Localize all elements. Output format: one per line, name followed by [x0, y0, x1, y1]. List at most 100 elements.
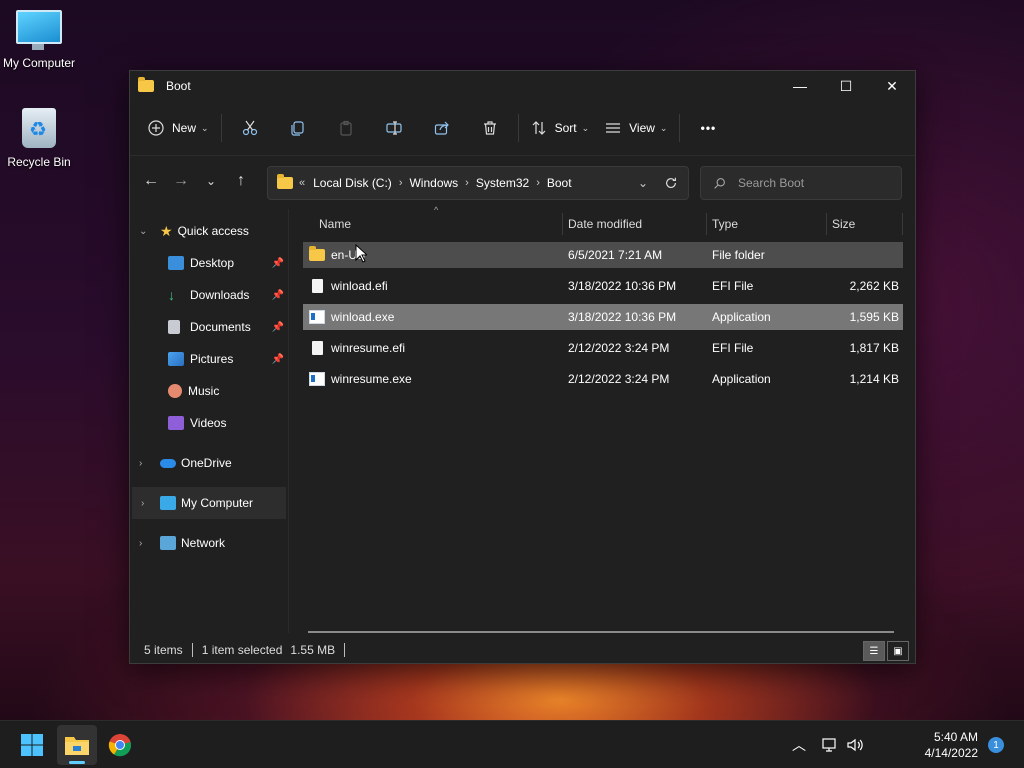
more-options-button[interactable]: •••: [684, 112, 732, 144]
cut-button[interactable]: [226, 112, 274, 144]
sidebar-item-documents[interactable]: Documents 📌: [130, 311, 288, 343]
delete-button[interactable]: [466, 112, 514, 144]
title-bar[interactable]: Boot — ☐ ✕: [130, 71, 915, 101]
address-dropdown-chevron-icon[interactable]: ⌄: [638, 176, 648, 190]
sidebar-item-network[interactable]: › Network: [130, 527, 288, 559]
new-button[interactable]: New ⌄: [140, 112, 217, 144]
pane-divider[interactable]: [288, 209, 289, 633]
sidebar-item-videos[interactable]: Videos: [130, 407, 288, 439]
window-title: Boot: [166, 79, 191, 93]
sidebar-item-label: OneDrive: [181, 456, 232, 470]
sidebar-item-label: My Computer: [181, 496, 254, 510]
back-button[interactable]: ←: [136, 166, 166, 196]
sidebar-item-pictures[interactable]: Pictures 📌: [130, 343, 288, 375]
videos-icon: [168, 416, 184, 430]
breadcrumb-local-disk[interactable]: Local Disk (C:): [313, 176, 392, 190]
chevron-down-icon: ⌄: [201, 122, 209, 133]
file-icon: [312, 341, 323, 355]
share-button[interactable]: [418, 112, 466, 144]
recycle-bin-icon: [22, 108, 56, 148]
file-date: 6/5/2021 7:21 AM: [568, 248, 663, 262]
rename-button[interactable]: [370, 112, 418, 144]
chrome-icon: [108, 734, 132, 757]
column-divider[interactable]: [562, 213, 563, 235]
column-header-type[interactable]: Type: [712, 209, 738, 239]
sidebar-item-desktop[interactable]: Desktop 📌: [130, 247, 288, 279]
sidebar-item-label: Downloads: [190, 288, 250, 302]
tiles-view-button[interactable]: ▣: [887, 641, 909, 661]
table-row[interactable]: winresume.exe 2/12/2022 3:24 PM Applicat…: [303, 366, 903, 392]
expand-chevron-icon[interactable]: ›: [141, 498, 144, 509]
maximize-button[interactable]: ☐: [823, 71, 869, 101]
up-button[interactable]: ↑: [226, 166, 256, 196]
expand-chevron-icon[interactable]: ⌄: [139, 226, 147, 237]
expand-chevron-icon[interactable]: ›: [139, 458, 142, 469]
file-date: 2/12/2022 3:24 PM: [568, 372, 670, 386]
file-type: Application: [712, 372, 771, 386]
column-header-date[interactable]: Date modified: [568, 209, 642, 239]
clock[interactable]: 5:40 AM 4/14/2022: [925, 729, 978, 761]
refresh-icon[interactable]: [664, 176, 678, 190]
toolbar-divider: [220, 114, 222, 142]
address-bar[interactable]: « Local Disk (C:) › Windows › System32 ›…: [267, 166, 689, 200]
minimize-button[interactable]: —: [777, 71, 823, 101]
table-row[interactable]: winload.efi 3/18/2022 10:36 PM EFI File …: [303, 273, 903, 299]
taskbar-chrome[interactable]: [100, 725, 140, 765]
more-icon: •••: [700, 121, 717, 135]
file-size: 2,262 KB: [849, 279, 899, 293]
breadcrumb-system32[interactable]: System32: [476, 176, 529, 190]
forward-button[interactable]: →: [166, 166, 196, 196]
cloud-icon: [160, 458, 176, 468]
taskbar-file-explorer[interactable]: [57, 725, 97, 765]
search-box[interactable]: [700, 166, 902, 200]
chevron-down-icon: ⌄: [659, 122, 668, 133]
sidebar-item-label: Documents: [190, 320, 251, 334]
expand-chevron-icon[interactable]: ›: [139, 538, 142, 549]
paste-button[interactable]: [322, 112, 370, 144]
computer-icon: [16, 10, 62, 50]
notification-badge[interactable]: 1: [988, 737, 1004, 753]
plus-circle-icon: [148, 120, 164, 136]
breadcrumb-boot[interactable]: Boot: [547, 176, 572, 190]
column-divider[interactable]: [706, 213, 707, 235]
overflow-chevron[interactable]: «: [299, 177, 305, 189]
column-divider[interactable]: [826, 213, 827, 235]
search-input[interactable]: [736, 175, 890, 191]
recent-locations-button[interactable]: ⌄: [196, 166, 226, 196]
breadcrumb-windows[interactable]: Windows: [409, 176, 458, 190]
copy-button[interactable]: [274, 112, 322, 144]
sidebar-item-quick-access[interactable]: ⌄ ★ Quick access: [130, 215, 288, 247]
desktop-icon-recycle-bin[interactable]: Recycle Bin: [1, 100, 77, 169]
column-header-size[interactable]: Size: [832, 209, 855, 239]
breadcrumb-separator: ›: [465, 177, 469, 189]
view-button[interactable]: View ⌄: [597, 112, 675, 144]
sort-button[interactable]: Sort ⌄: [523, 112, 598, 144]
file-type: EFI File: [712, 341, 754, 355]
volume-icon[interactable]: [846, 737, 864, 753]
start-button[interactable]: [12, 725, 52, 765]
sidebar-item-downloads[interactable]: ↓ Downloads 📌: [130, 279, 288, 311]
network-status-icon[interactable]: [820, 737, 838, 753]
column-divider[interactable]: [902, 213, 903, 235]
toolbar-divider: [679, 114, 681, 142]
table-row[interactable]: winresume.efi 2/12/2022 3:24 PM EFI File…: [303, 335, 903, 361]
sidebar-item-label: Videos: [190, 416, 227, 430]
close-button[interactable]: ✕: [869, 71, 915, 101]
file-explorer-icon: [65, 737, 89, 755]
sort-ascending-icon: ^: [434, 205, 439, 215]
column-header-name[interactable]: Name: [319, 209, 351, 239]
file-name: winresume.exe: [331, 372, 412, 386]
table-row[interactable]: winload.exe 3/18/2022 10:36 PM Applicati…: [303, 304, 903, 330]
sidebar-item-label: Quick access: [177, 224, 249, 238]
sidebar-item-music[interactable]: Music: [130, 375, 288, 407]
sidebar-item-my-computer[interactable]: › My Computer: [132, 487, 286, 519]
horizontal-scrollbar[interactable]: [308, 631, 894, 633]
taskbar: ︿ 5:40 AM 4/14/2022 1: [0, 720, 1024, 768]
details-view-button[interactable]: ☰: [863, 641, 885, 661]
sidebar-item-onedrive[interactable]: › OneDrive: [130, 447, 288, 479]
show-hidden-icons-chevron-icon[interactable]: ︿: [792, 735, 806, 755]
desktop-icon-my-computer[interactable]: My Computer: [1, 0, 77, 70]
list-view-icon: [606, 123, 621, 133]
pin-icon: 📌: [271, 257, 284, 269]
table-row[interactable]: en-US 6/5/2021 7:21 AM File folder: [303, 242, 903, 268]
